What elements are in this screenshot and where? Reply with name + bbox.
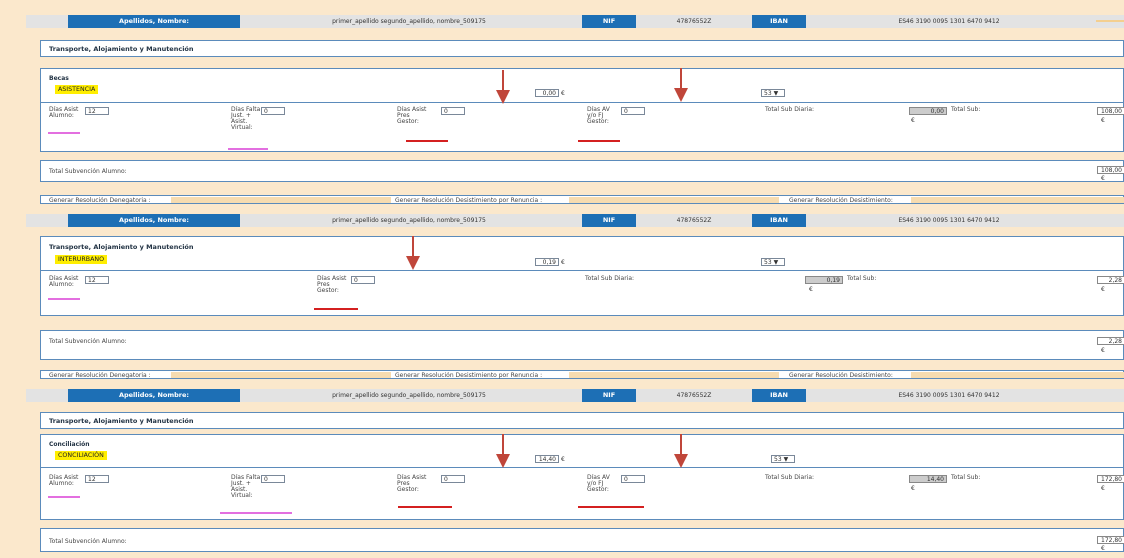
name-label: Apellidos, Nombre: [68,214,240,227]
gen-desistimiento-field[interactable] [911,372,1124,378]
arrow-down-icon [406,236,420,270]
total-alumno-label: Total Subvención Alumno: [49,538,127,545]
gen-denegatoria-label: Generar Resolución Denegatoria : [49,197,151,204]
amount-field[interactable]: 14,40 [535,455,559,463]
total-sub-diaria-label: Total Sub Diaria: [765,106,815,113]
dias-falta-field[interactable]: 0 [261,475,285,483]
dias-asist-label: Días Asist Alumno: [49,275,79,288]
transporte-panel: Transporte, Alojamiento y Manutención IN… [40,236,1124,316]
nif-label: NIF [582,15,636,28]
total-sub-diaria-field: 14,40 [909,475,947,483]
generar-row: Generar Resolución Denegatoria : Generar… [40,195,1124,204]
dias-pres-label: Días Asist Pres Gestor: [397,474,427,493]
select-dropdown[interactable]: 53 ▼ [771,455,795,463]
category-title: Becas [49,75,69,82]
name-value: primer_apellido segundo_apellido, nombre… [240,214,578,227]
gen-renuncia-field[interactable] [569,197,779,203]
total-alumno-panel: Total Subvención Alumno: 108,00 € [40,160,1124,182]
gen-renuncia-label: Generar Resolución Desistimiento por Ren… [395,197,543,204]
arrow-down-icon [496,434,510,468]
total-alumno-panel: Total Subvención Alumno: 172,80 € [40,528,1124,552]
total-sub-diaria-label: Total Sub Diaria: [765,474,815,481]
gen-denegatoria-field[interactable] [171,197,391,203]
dias-av-label: Días AV y/o FJ Gestor: [587,106,610,125]
dias-asist-field[interactable]: 12 [85,475,109,483]
type-tag: ASISTENCIA [55,85,99,94]
gen-renuncia-label: Generar Resolución Desistimiento por Ren… [395,372,543,379]
iban-value: ES46 3190 0095 1301 6470 9412 [806,15,1092,28]
dias-asist-field[interactable]: 12 [85,107,109,115]
gen-denegatoria-field[interactable] [171,372,391,378]
name-value: primer_apellido segundo_apellido, nombre… [240,15,578,28]
total-sub-label: Total Sub: [951,106,981,113]
iban-label: IBAN [752,214,806,227]
name-value: primer_apellido segundo_apellido, nombre… [240,389,578,402]
dias-pres-label: Días Asist Pres Gestor: [397,106,427,125]
nif-label: NIF [582,214,636,227]
total-sub-field: 2,28 [1097,276,1124,284]
dias-av-field[interactable]: 0 [621,107,645,115]
iban-value: ES46 3190 0095 1301 6470 9412 [806,389,1092,402]
dias-pres-field[interactable]: 0 [441,107,465,115]
dias-asist-field[interactable]: 12 [85,276,109,284]
name-label: Apellidos, Nombre: [68,15,240,28]
arrow-down-icon [674,68,688,102]
total-sub-field: 108,00 [1097,107,1124,115]
amount-field[interactable]: 0,00 [535,89,559,97]
total-alumno-field: 172,80 [1097,536,1124,544]
amount-field[interactable]: 0,19 [535,258,559,266]
select-dropdown[interactable]: 53 ▼ [761,258,785,266]
dias-av-label: Días AV y/o FJ Gestor: [587,474,610,493]
dias-falta-field[interactable]: 0 [261,107,285,115]
category-title: Conciliación [49,441,90,448]
iban-label: IBAN [752,15,806,28]
gen-denegatoria-label: Generar Resolución Denegatoria : [49,372,151,379]
dias-pres-field[interactable]: 0 [441,475,465,483]
iban-value: ES46 3190 0095 1301 6470 9412 [806,214,1092,227]
name-label: Apellidos, Nombre: [68,389,240,402]
arrow-down-icon [496,70,510,104]
gen-renuncia-field[interactable] [569,372,779,378]
total-sub-label: Total Sub: [847,275,877,282]
nif-value: 47876552Z [636,389,752,402]
nif-value: 47876552Z [636,15,752,28]
gen-desistimiento-label: Generar Resolución Desistimiento: [789,372,893,379]
total-alumno-panel: Total Subvención Alumno: 2,28 € [40,330,1124,360]
total-alumno-label: Total Subvención Alumno: [49,338,127,345]
arrow-down-icon [674,434,688,468]
section-panel: Transporte, Alojamiento y Manutención [40,40,1124,57]
total-alumno-field: 108,00 [1097,166,1124,174]
total-sub-diaria-field: 0,19 [805,276,843,284]
dias-pres-label: Días Asist Pres Gestor: [317,275,347,294]
total-alumno-label: Total Subvención Alumno: [49,168,127,175]
dias-pres-field[interactable]: 0 [351,276,375,284]
section-title: Transporte, Alojamiento y Manutención [49,417,194,425]
dias-asist-label: Días Asist Alumno: [49,106,79,119]
total-sub-field: 172,80 [1097,475,1124,483]
total-sub-diaria-field: 0,00 [909,107,947,115]
iban-label: IBAN [752,389,806,402]
dias-asist-label: Días Asist Alumno: [49,474,79,487]
type-tag: INTERURBANO [55,255,108,264]
gen-desistimiento-label: Generar Resolución Desistimiento: [789,197,893,204]
section-title: Transporte, Alojamiento y Manutención [49,45,194,53]
gen-desistimiento-field[interactable] [911,197,1124,203]
total-sub-label: Total Sub: [951,474,981,481]
type-tag: CONCILIACIÓN [55,451,107,460]
nif-value: 47876552Z [636,214,752,227]
select-dropdown[interactable]: 53 ▼ [761,89,785,97]
section-title: Transporte, Alojamiento y Manutención [49,243,194,251]
generar-row: Generar Resolución Denegatoria : Generar… [40,370,1124,379]
section-panel: Transporte, Alojamiento y Manutención [40,412,1124,429]
nif-label: NIF [582,389,636,402]
dias-av-field[interactable]: 0 [621,475,645,483]
total-sub-diaria-label: Total Sub Diaria: [585,275,635,282]
total-alumno-field: 2,28 [1097,337,1124,345]
